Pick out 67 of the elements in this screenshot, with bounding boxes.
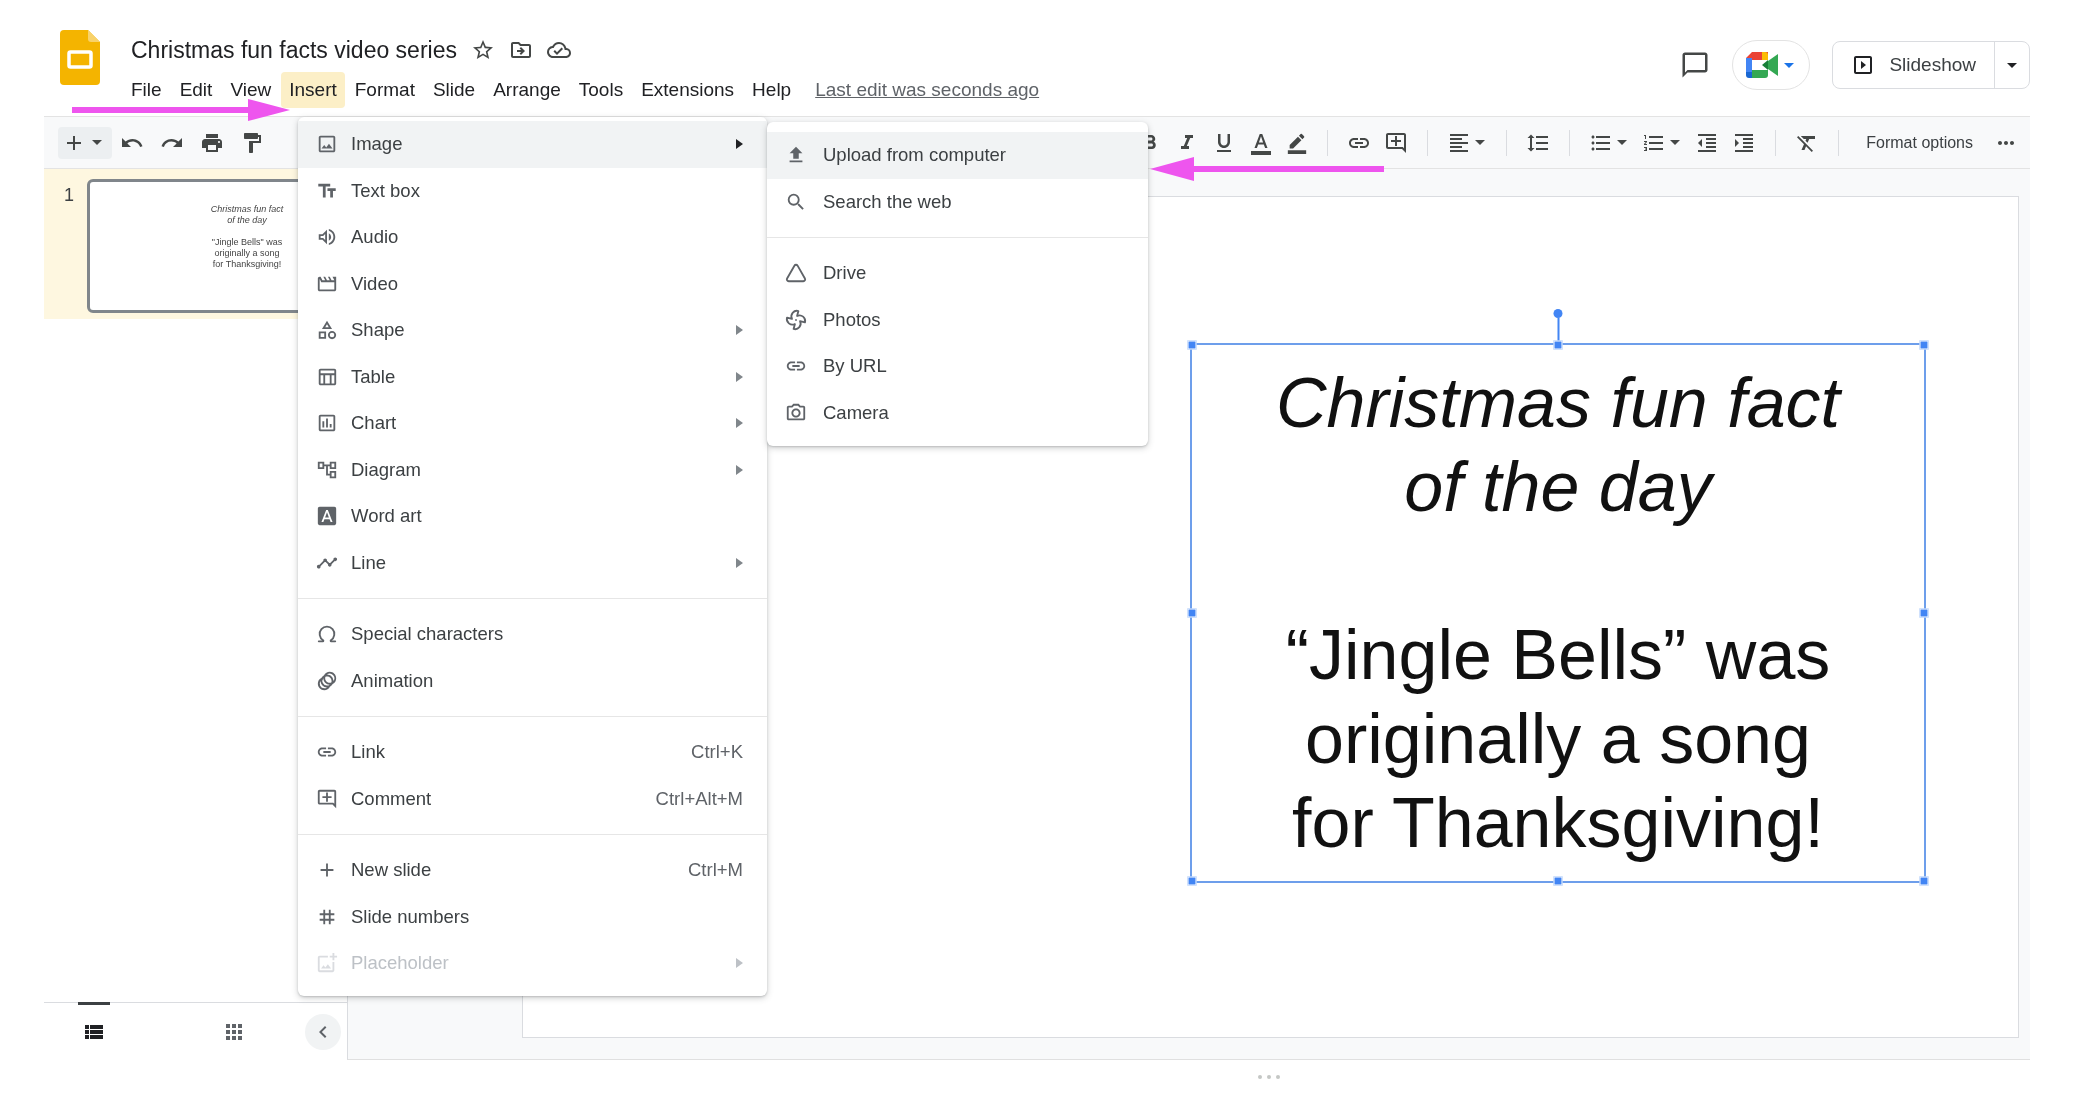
menu-item[interactable]: Line <box>298 539 767 586</box>
menu-item[interactable]: Photos <box>767 296 1148 343</box>
menu-item[interactable]: Upload from computer <box>767 132 1148 179</box>
add-comment-icon[interactable] <box>1384 130 1409 155</box>
image-plus-icon <box>316 952 338 975</box>
slide-number: 1 <box>64 185 75 207</box>
menu-bar-item[interactable]: Tools <box>570 72 632 108</box>
caret-icon <box>1784 62 1795 68</box>
letter-icon <box>316 505 338 528</box>
menu-item[interactable]: Image <box>298 121 767 168</box>
format-options-button[interactable]: Format options <box>1858 129 1981 156</box>
resize-handle[interactable] <box>1553 876 1563 886</box>
menu-item[interactable]: Diagram <box>298 446 767 493</box>
shortcut-text: Ctrl+M <box>688 859 743 882</box>
menu-item[interactable]: Animation <box>298 657 767 704</box>
star-icon[interactable] <box>470 38 495 62</box>
pinwheel-icon <box>785 308 807 331</box>
comment-icon <box>316 787 338 810</box>
menu-bar-item[interactable]: Extensions <box>633 72 743 108</box>
menu-item[interactable]: Special characters <box>298 611 767 658</box>
slide-text: “Jingle Bells” was originally a song for Thanksgiving! <box>1284 615 1832 864</box>
meet-button[interactable] <box>1732 40 1811 90</box>
menu-item[interactable]: Comment Ctrl+Alt+M <box>298 775 767 822</box>
caret-icon[interactable] <box>1475 140 1486 145</box>
resize-handle[interactable] <box>1187 608 1197 618</box>
thumbnail-title: Christmas fun fact of the day <box>209 204 285 226</box>
drag-handle-icon[interactable] <box>1258 1075 1280 1079</box>
menu-bar-item[interactable]: Arrange <box>485 72 569 108</box>
caret-icon[interactable] <box>2007 62 2017 68</box>
resize-handle[interactable] <box>1919 876 1929 886</box>
menu-item[interactable]: Slide numbers <box>298 893 767 940</box>
menu-item[interactable]: Camera <box>767 389 1148 436</box>
triangle-icon <box>785 262 807 285</box>
menu-bar-item[interactable]: Insert <box>281 72 345 108</box>
video-camera-icon <box>1746 52 1781 78</box>
caret-icon[interactable] <box>1670 140 1681 145</box>
menu-item[interactable]: New slide Ctrl+M <box>298 847 767 894</box>
resize-handle[interactable] <box>1187 340 1197 350</box>
pen-icon[interactable] <box>1286 131 1309 154</box>
last-edit-link[interactable]: Last edit was seconds ago <box>815 79 1040 101</box>
shapes-icon <box>316 319 338 342</box>
shortcut-text: Ctrl+Alt+M <box>655 787 743 810</box>
resize-handle[interactable] <box>1187 876 1197 886</box>
menu-item[interactable]: Table <box>298 353 767 400</box>
menu-item[interactable]: Drive <box>767 250 1148 297</box>
animation-icon <box>316 669 338 692</box>
menu-item[interactable]: By URL <box>767 343 1148 390</box>
menu-bar-item[interactable]: Help <box>744 72 800 108</box>
shortcut-text: Ctrl+K <box>691 741 743 764</box>
comment-icon[interactable] <box>1680 50 1711 80</box>
menu-item[interactable]: Word art <box>298 493 767 540</box>
menu-item[interactable]: Chart <box>298 400 767 447</box>
menu-bar-item[interactable]: Format <box>346 72 423 108</box>
resize-handle[interactable] <box>1919 340 1929 350</box>
menu-bar-item[interactable]: View <box>222 72 280 108</box>
thumbnail-text: "Jingle Bells" was originally a song for Thanksgiving! <box>210 237 284 270</box>
slide-title: Christmas fun fact of the day <box>1274 363 1844 528</box>
menu-bar-item[interactable]: Edit <box>171 72 221 108</box>
menu-item[interactable]: Search the web <box>767 178 1148 225</box>
document-title[interactable]: Christmas fun facts video series <box>131 36 457 64</box>
resize-handle[interactable] <box>1553 340 1563 350</box>
resize-handle[interactable] <box>1919 608 1929 618</box>
menu-item[interactable]: Link Ctrl+K <box>298 729 767 776</box>
caret-icon[interactable] <box>92 140 102 145</box>
caret-icon[interactable] <box>1617 140 1628 145</box>
menu-bar-item[interactable]: Slide <box>424 72 484 108</box>
menu-bar-item[interactable]: File <box>123 72 170 108</box>
